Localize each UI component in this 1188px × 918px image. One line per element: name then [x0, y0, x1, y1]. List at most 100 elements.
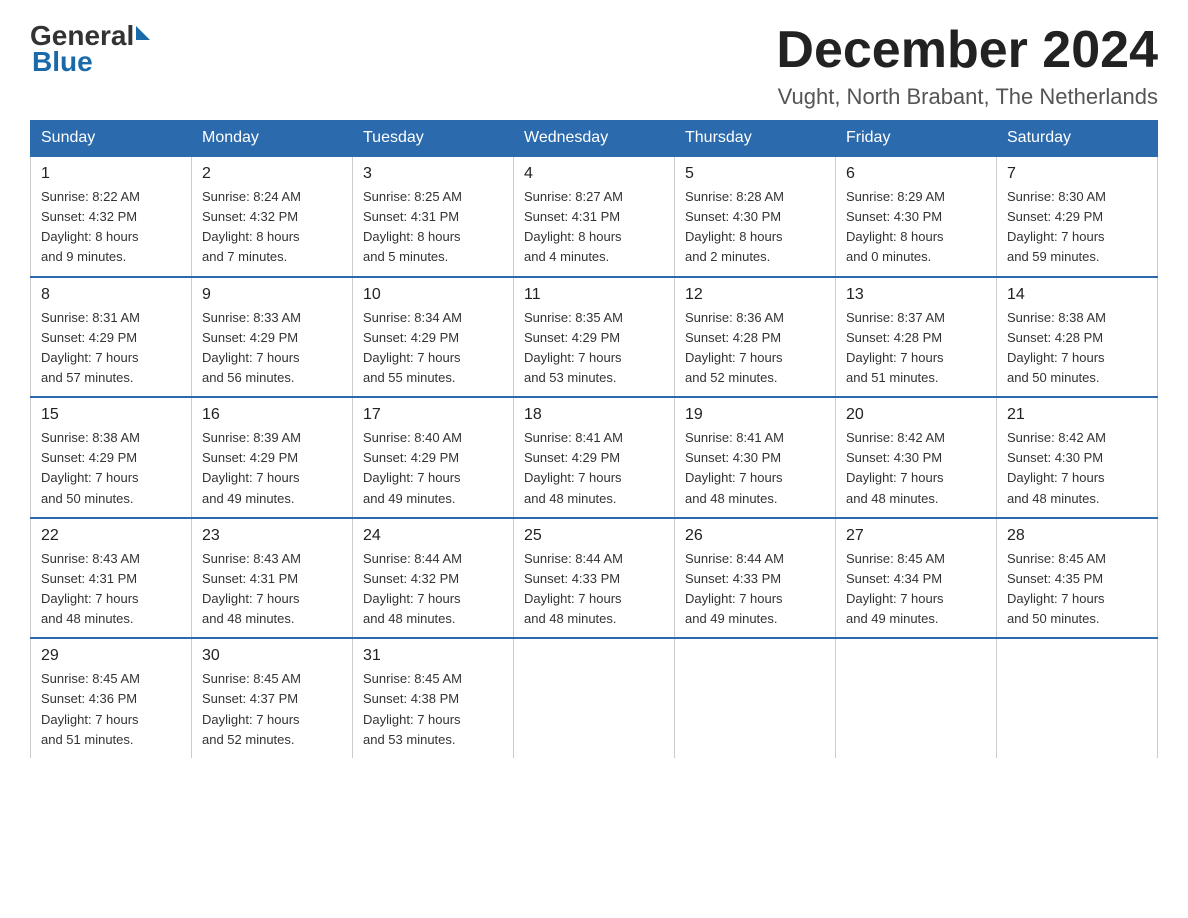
day-info: Sunrise: 8:30 AMSunset: 4:29 PMDaylight:…	[1007, 187, 1147, 268]
day-number: 22	[41, 527, 181, 545]
day-info: Sunrise: 8:44 AMSunset: 4:32 PMDaylight:…	[363, 549, 503, 630]
calendar-cell: 3Sunrise: 8:25 AMSunset: 4:31 PMDaylight…	[353, 156, 514, 277]
day-info: Sunrise: 8:45 AMSunset: 4:36 PMDaylight:…	[41, 669, 181, 750]
header: General Blue December 2024 Vught, North …	[30, 20, 1158, 110]
day-number: 4	[524, 165, 664, 183]
calendar-cell: 27Sunrise: 8:45 AMSunset: 4:34 PMDayligh…	[836, 518, 997, 639]
day-info: Sunrise: 8:44 AMSunset: 4:33 PMDaylight:…	[524, 549, 664, 630]
day-info: Sunrise: 8:41 AMSunset: 4:30 PMDaylight:…	[685, 428, 825, 509]
day-number: 16	[202, 406, 342, 424]
calendar-table: SundayMondayTuesdayWednesdayThursdayFrid…	[30, 120, 1158, 758]
day-info: Sunrise: 8:35 AMSunset: 4:29 PMDaylight:…	[524, 308, 664, 389]
day-info: Sunrise: 8:42 AMSunset: 4:30 PMDaylight:…	[1007, 428, 1147, 509]
calendar-cell	[675, 638, 836, 758]
day-info: Sunrise: 8:43 AMSunset: 4:31 PMDaylight:…	[41, 549, 181, 630]
logo: General Blue	[30, 20, 150, 78]
day-number: 23	[202, 527, 342, 545]
day-number: 24	[363, 527, 503, 545]
day-info: Sunrise: 8:45 AMSunset: 4:38 PMDaylight:…	[363, 669, 503, 750]
day-header-sunday: Sunday	[31, 121, 192, 157]
calendar-cell: 31 Sunrise: 8:45 AMSunset: 4:38 PMDayligh…	[353, 638, 514, 758]
day-info: Sunrise: 8:39 AMSunset: 4:29 PMDaylight:…	[202, 428, 342, 509]
day-info: Sunrise: 8:29 AMSunset: 4:30 PMDaylight:…	[846, 187, 986, 268]
day-number: 11	[524, 286, 664, 304]
day-info: Sunrise: 8:33 AMSunset: 4:29 PMDaylight:…	[202, 308, 342, 389]
calendar-cell: 2Sunrise: 8:24 AMSunset: 4:32 PMDaylight…	[192, 156, 353, 277]
calendar-cell: 6 Sunrise: 8:29 AMSunset: 4:30 PMDaylight…	[836, 156, 997, 277]
day-number: 6	[846, 165, 986, 183]
day-info: Sunrise: 8:42 AMSunset: 4:30 PMDaylight:…	[846, 428, 986, 509]
day-header-monday: Monday	[192, 121, 353, 157]
day-number: 15	[41, 406, 181, 424]
day-info: Sunrise: 8:36 AMSunset: 4:28 PMDaylight:…	[685, 308, 825, 389]
day-number: 1	[41, 165, 181, 183]
day-header-saturday: Saturday	[997, 121, 1158, 157]
calendar-cell: 5Sunrise: 8:28 AMSunset: 4:30 PMDaylight…	[675, 156, 836, 277]
day-number: 2	[202, 165, 342, 183]
calendar-cell: 25Sunrise: 8:44 AMSunset: 4:33 PMDayligh…	[514, 518, 675, 639]
title-section: December 2024 Vught, North Brabant, The …	[776, 20, 1158, 110]
calendar-week-row: 1 Sunrise: 8:22 AMSunset: 4:32 PMDaylight…	[31, 156, 1158, 277]
calendar-cell: 26 Sunrise: 8:44 AMSunset: 4:33 PMDayligh…	[675, 518, 836, 639]
calendar-cell	[514, 638, 675, 758]
calendar-week-row: 15 Sunrise: 8:38 AMSunset: 4:29 PMDayligh…	[31, 397, 1158, 518]
days-header-row: SundayMondayTuesdayWednesdayThursdayFrid…	[31, 121, 1158, 157]
calendar-cell: 16 Sunrise: 8:39 AMSunset: 4:29 PMDayligh…	[192, 397, 353, 518]
day-number: 13	[846, 286, 986, 304]
calendar-cell: 21 Sunrise: 8:42 AMSunset: 4:30 PMDayligh…	[997, 397, 1158, 518]
day-number: 9	[202, 286, 342, 304]
calendar-cell: 11 Sunrise: 8:35 AMSunset: 4:29 PMDayligh…	[514, 277, 675, 398]
calendar-cell: 29 Sunrise: 8:45 AMSunset: 4:36 PMDayligh…	[31, 638, 192, 758]
day-header-tuesday: Tuesday	[353, 121, 514, 157]
day-info: Sunrise: 8:43 AMSunset: 4:31 PMDaylight:…	[202, 549, 342, 630]
calendar-cell: 17Sunrise: 8:40 AMSunset: 4:29 PMDayligh…	[353, 397, 514, 518]
day-info: Sunrise: 8:38 AMSunset: 4:28 PMDaylight:…	[1007, 308, 1147, 389]
calendar-week-row: 8 Sunrise: 8:31 AMSunset: 4:29 PMDaylight…	[31, 277, 1158, 398]
day-info: Sunrise: 8:37 AMSunset: 4:28 PMDaylight:…	[846, 308, 986, 389]
calendar-week-row: 22 Sunrise: 8:43 AMSunset: 4:31 PMDayligh…	[31, 518, 1158, 639]
day-number: 19	[685, 406, 825, 424]
calendar-week-row: 29 Sunrise: 8:45 AMSunset: 4:36 PMDayligh…	[31, 638, 1158, 758]
day-number: 10	[363, 286, 503, 304]
calendar-cell: 28Sunrise: 8:45 AMSunset: 4:35 PMDayligh…	[997, 518, 1158, 639]
day-info: Sunrise: 8:45 AMSunset: 4:34 PMDaylight:…	[846, 549, 986, 630]
day-info: Sunrise: 8:45 AMSunset: 4:35 PMDaylight:…	[1007, 549, 1147, 630]
calendar-cell: 1 Sunrise: 8:22 AMSunset: 4:32 PMDaylight…	[31, 156, 192, 277]
logo-blue-text: Blue	[32, 46, 93, 78]
calendar-cell: 14 Sunrise: 8:38 AMSunset: 4:28 PMDayligh…	[997, 277, 1158, 398]
day-info: Sunrise: 8:31 AMSunset: 4:29 PMDaylight:…	[41, 308, 181, 389]
day-info: Sunrise: 8:41 AMSunset: 4:29 PMDaylight:…	[524, 428, 664, 509]
day-number: 17	[363, 406, 503, 424]
logo-arrow-icon	[136, 26, 150, 40]
calendar-cell: 15 Sunrise: 8:38 AMSunset: 4:29 PMDayligh…	[31, 397, 192, 518]
day-number: 31	[363, 647, 503, 665]
day-number: 26	[685, 527, 825, 545]
calendar-cell: 30 Sunrise: 8:45 AMSunset: 4:37 PMDayligh…	[192, 638, 353, 758]
calendar-cell	[997, 638, 1158, 758]
day-number: 21	[1007, 406, 1147, 424]
calendar-cell	[836, 638, 997, 758]
calendar-cell: 7 Sunrise: 8:30 AMSunset: 4:29 PMDaylight…	[997, 156, 1158, 277]
day-number: 30	[202, 647, 342, 665]
day-number: 20	[846, 406, 986, 424]
day-info: Sunrise: 8:22 AMSunset: 4:32 PMDaylight:…	[41, 187, 181, 268]
calendar-cell: 24 Sunrise: 8:44 AMSunset: 4:32 PMDayligh…	[353, 518, 514, 639]
day-number: 7	[1007, 165, 1147, 183]
day-info: Sunrise: 8:38 AMSunset: 4:29 PMDaylight:…	[41, 428, 181, 509]
day-info: Sunrise: 8:28 AMSunset: 4:30 PMDaylight:…	[685, 187, 825, 268]
day-info: Sunrise: 8:44 AMSunset: 4:33 PMDaylight:…	[685, 549, 825, 630]
location-subtitle: Vught, North Brabant, The Netherlands	[776, 84, 1158, 110]
day-number: 12	[685, 286, 825, 304]
calendar-cell: 20 Sunrise: 8:42 AMSunset: 4:30 PMDayligh…	[836, 397, 997, 518]
calendar-cell: 13 Sunrise: 8:37 AMSunset: 4:28 PMDayligh…	[836, 277, 997, 398]
day-number: 18	[524, 406, 664, 424]
calendar-cell: 10 Sunrise: 8:34 AMSunset: 4:29 PMDayligh…	[353, 277, 514, 398]
day-info: Sunrise: 8:45 AMSunset: 4:37 PMDaylight:…	[202, 669, 342, 750]
calendar-cell: 8 Sunrise: 8:31 AMSunset: 4:29 PMDaylight…	[31, 277, 192, 398]
day-number: 29	[41, 647, 181, 665]
day-info: Sunrise: 8:27 AMSunset: 4:31 PMDaylight:…	[524, 187, 664, 268]
day-header-wednesday: Wednesday	[514, 121, 675, 157]
day-info: Sunrise: 8:34 AMSunset: 4:29 PMDaylight:…	[363, 308, 503, 389]
day-number: 14	[1007, 286, 1147, 304]
day-number: 8	[41, 286, 181, 304]
